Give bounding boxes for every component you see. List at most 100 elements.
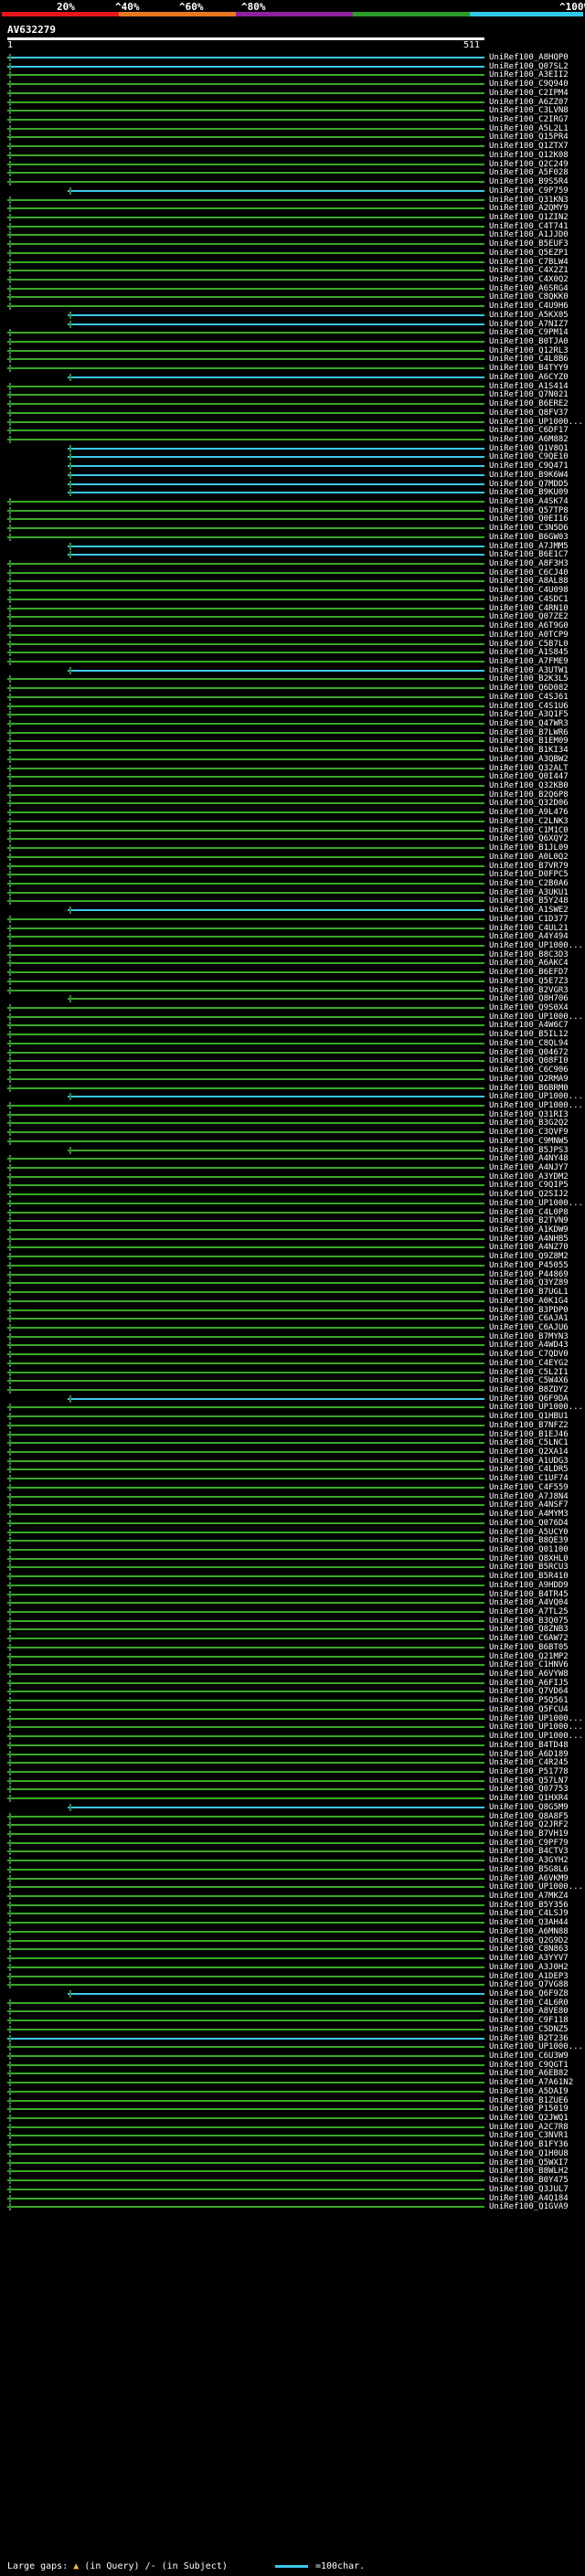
hit-label-link[interactable]: UniRef100_Q5FCU4 (489, 1705, 569, 1714)
hit-row[interactable]: UniRef100_C4X0Q2 (0, 275, 585, 284)
hit-label-link[interactable]: UniRef100_C9P759 (489, 186, 569, 196)
hit-label-link[interactable]: UniRef100_Q32ALT (489, 764, 569, 773)
hit-row[interactable]: UniRef100_A7NIZ7 (0, 320, 585, 329)
hit-label-link[interactable]: UniRef100_C4L0P8 (489, 1208, 569, 1217)
hit-label-link[interactable]: UniRef100_Q2XA14 (489, 1447, 569, 1457)
hit-label-link[interactable]: UniRef100_Q31KN3 (489, 196, 569, 205)
hit-label-link[interactable]: UniRef100_A7MKZ4 (489, 1892, 569, 1901)
hit-label-link[interactable]: UniRef100_A3GYH2 (489, 1856, 569, 1865)
hit-label-link[interactable]: UniRef100_Q1HBU1 (489, 1412, 569, 1421)
hit-label-link[interactable]: UniRef100_B8C3D3 (489, 950, 569, 959)
hit-row[interactable]: UniRef100_C6AJA1 (0, 1314, 585, 1323)
hit-row[interactable]: UniRef100_C9Q471 (0, 461, 585, 471)
hit-label-link[interactable]: UniRef100_B2Q6P8 (489, 790, 569, 800)
hit-row[interactable]: UniRef100_A8VE80 (0, 2007, 585, 2016)
hit-label-link[interactable]: UniRef100_B6BRM0 (489, 1084, 569, 1093)
hit-row[interactable]: UniRef100_A3UTW1 (0, 666, 585, 675)
hit-row[interactable]: UniRef100_C6AJU6 (0, 1323, 585, 1332)
hit-label-link[interactable]: UniRef100_A4NSF7 (489, 1500, 569, 1510)
hit-row[interactable]: UniRef100_C3QVF9 (0, 1128, 585, 1137)
hit-label-link[interactable]: UniRef100_Q2JWQ1 (489, 2114, 569, 2123)
hit-row[interactable]: UniRef100_A4SK74 (0, 497, 585, 506)
hit-row[interactable]: UniRef100_C4F559 (0, 1483, 585, 1492)
hit-row[interactable]: UniRef100_C4L6R0 (0, 1998, 585, 2008)
hit-label-link[interactable]: UniRef100_Q12K08 (489, 151, 569, 160)
hit-label-link[interactable]: UniRef100_B7VH19 (489, 1829, 569, 1839)
hit-label-link[interactable]: UniRef100_C2IRG7 (489, 115, 569, 124)
hit-label-link[interactable]: UniRef100_A8HQP0 (489, 53, 569, 62)
hit-row[interactable]: UniRef100_A3GYH2 (0, 1856, 585, 1865)
hit-row[interactable]: UniRef100_C9P759 (0, 186, 585, 196)
hit-row[interactable]: UniRef100_B6BRM0 (0, 1084, 585, 1093)
hit-label-link[interactable]: UniRef100_A4Y494 (489, 932, 569, 941)
hit-row[interactable]: UniRef100_C2IRG7 (0, 115, 585, 124)
hit-label-link[interactable]: UniRef100_B6ERE2 (489, 399, 569, 408)
hit-row[interactable]: UniRef100_Q8G5M9 (0, 1803, 585, 1812)
hit-label-link[interactable]: UniRef100_Q7VD64 (489, 1687, 569, 1696)
hit-row[interactable]: UniRef100_D0FPC5 (0, 870, 585, 879)
hit-label-link[interactable]: UniRef100_Q2G9D2 (489, 1936, 569, 1945)
hit-row[interactable]: UniRef100_Q8XHL0 (0, 1554, 585, 1564)
hit-row[interactable]: UniRef100_Q2C249 (0, 160, 585, 169)
hit-label-link[interactable]: UniRef100_Q8FV37 (489, 408, 569, 418)
hit-label-link[interactable]: UniRef100_C4S1U6 (489, 702, 569, 711)
hit-row[interactable]: UniRef100_C4EYG2 (0, 1359, 585, 1368)
hit-label-link[interactable]: UniRef100_Q9Z8M2 (489, 1252, 569, 1261)
hit-label-link[interactable]: UniRef100_A1KDW9 (489, 1225, 569, 1235)
hit-row[interactable]: UniRef100_C9MNW5 (0, 1137, 585, 1146)
hit-label-link[interactable]: UniRef100_A2QMY9 (489, 204, 569, 213)
hit-label-link[interactable]: UniRef100_B2TVN9 (489, 1216, 569, 1225)
hit-row[interactable]: UniRef100_C1M1C0 (0, 826, 585, 835)
hit-label-link[interactable]: UniRef100_C6AJU6 (489, 1323, 569, 1332)
hit-row[interactable]: UniRef100_Q07753 (0, 1785, 585, 1794)
hit-label-link[interactable]: UniRef100_C4U9H6 (489, 302, 569, 311)
hit-row[interactable]: UniRef100_B2VGR3 (0, 986, 585, 995)
hit-row[interactable]: UniRef100_B3G2Q2 (0, 1118, 585, 1128)
hit-row[interactable]: UniRef100_C6CJ40 (0, 568, 585, 578)
hit-row[interactable]: UniRef100_UP1000... (0, 2042, 585, 2051)
hit-label-link[interactable]: UniRef100_Q9S0X4 (489, 1003, 569, 1012)
hit-label-link[interactable]: UniRef100_A4WD43 (489, 1341, 569, 1350)
hit-label-link[interactable]: UniRef100_A5DAI9 (489, 2087, 569, 2096)
hit-row[interactable]: UniRef100_C7QDV0 (0, 1350, 585, 1359)
hit-label-link[interactable]: UniRef100_C9QIP5 (489, 1181, 569, 1190)
hit-row[interactable]: UniRef100_Q1GVA9 (0, 2202, 585, 2211)
hit-label-link[interactable]: UniRef100_C9PM14 (489, 328, 569, 337)
hit-label-link[interactable]: UniRef100_Q5EZP1 (489, 249, 569, 258)
hit-row[interactable]: UniRef100_Q07SL2 (0, 62, 585, 71)
hit-row[interactable]: UniRef100_A9HDD9 (0, 1581, 585, 1590)
hit-row[interactable]: UniRef100_A8F3H3 (0, 559, 585, 568)
hit-label-link[interactable]: UniRef100_Q01100 (489, 1545, 569, 1554)
hit-row[interactable]: UniRef100_Q7VG88 (0, 1980, 585, 1989)
hit-row[interactable]: UniRef100_Q21MP2 (0, 1652, 585, 1661)
hit-label-link[interactable]: UniRef100_A7NIZ7 (489, 320, 569, 329)
hit-row[interactable]: UniRef100_A3J0H2 (0, 1963, 585, 1972)
hit-row[interactable]: UniRef100_A6VKM9 (0, 1874, 585, 1883)
hit-label-link[interactable]: UniRef100_B5EUF3 (489, 239, 569, 249)
hit-row[interactable]: UniRef100_Q076D4 (0, 1519, 585, 1528)
hit-row[interactable]: UniRef100_Q6D082 (0, 684, 585, 693)
hit-row[interactable]: UniRef100_B5R410 (0, 1572, 585, 1581)
hit-label-link[interactable]: UniRef100_Q8ZNB3 (489, 1625, 569, 1634)
hit-row[interactable]: UniRef100_C2LNK3 (0, 817, 585, 826)
hit-row[interactable]: UniRef100_A6EB82 (0, 2069, 585, 2078)
hit-label-link[interactable]: UniRef100_A9L476 (489, 808, 569, 817)
hit-label-link[interactable]: UniRef100_Q31RI3 (489, 1110, 569, 1119)
hit-label-link[interactable]: UniRef100_C4R245 (489, 1758, 569, 1767)
hit-row[interactable]: UniRef100_Q2JRF2 (0, 1820, 585, 1829)
hit-label-link[interactable]: UniRef100_A4NJY7 (489, 1163, 569, 1172)
hit-label-link[interactable]: UniRef100_A1DEP3 (489, 1972, 569, 1981)
hit-row[interactable]: UniRef100_B8ZDY2 (0, 1385, 585, 1394)
hit-row[interactable]: UniRef100_A6D189 (0, 1750, 585, 1759)
hit-label-link[interactable]: UniRef100_B3G2Q2 (489, 1118, 569, 1128)
hit-label-link[interactable]: UniRef100_Q07ZE2 (489, 612, 569, 621)
hit-label-link[interactable]: UniRef100_Q3AH44 (489, 1918, 569, 1927)
hit-label-link[interactable]: UniRef100_C6DF17 (489, 426, 569, 435)
hit-row[interactable]: UniRef100_A1UDG3 (0, 1457, 585, 1466)
hit-label-link[interactable]: UniRef100_C4LDR5 (489, 1465, 569, 1474)
hit-label-link[interactable]: UniRef100_Q1V8Q1 (489, 444, 569, 453)
hit-row[interactable]: UniRef100_Q1H0U8 (0, 2149, 585, 2158)
hit-label-link[interactable]: UniRef100_D0FPC5 (489, 870, 569, 879)
hit-row[interactable]: UniRef100_Q3AH44 (0, 1918, 585, 1927)
hit-label-link[interactable]: UniRef100_P5Q561 (489, 1696, 569, 1705)
